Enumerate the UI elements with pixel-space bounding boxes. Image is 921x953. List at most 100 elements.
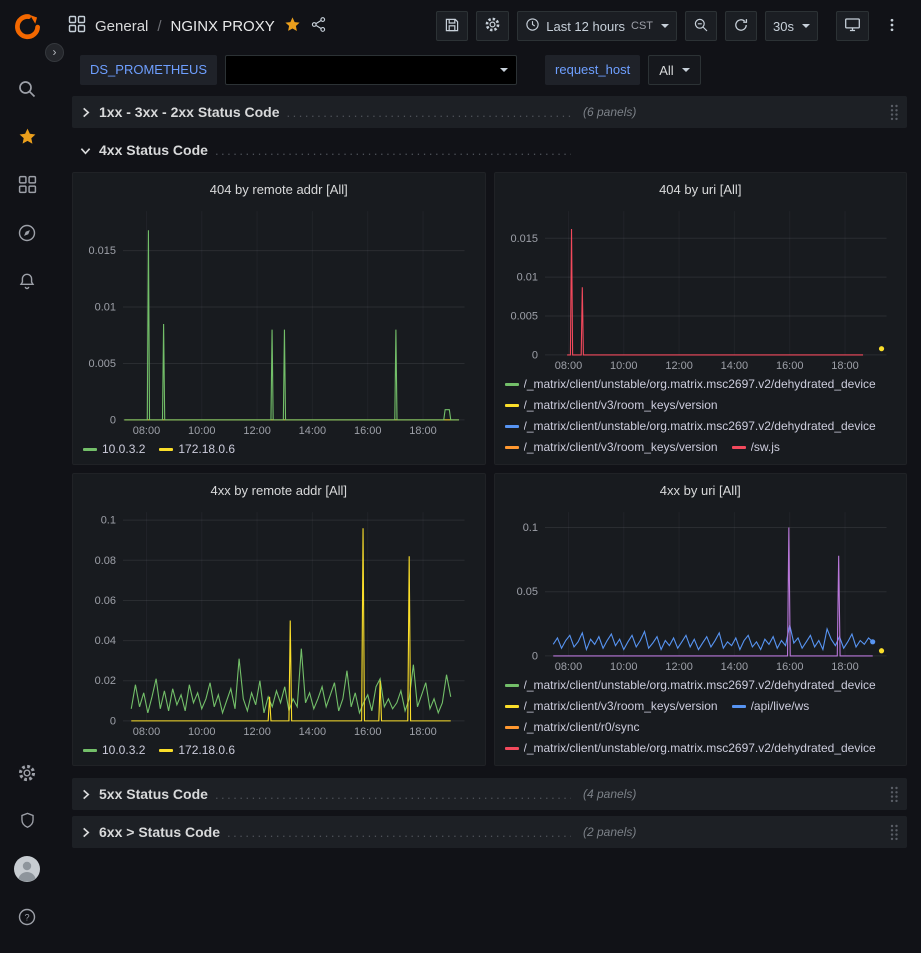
time-range-picker[interactable]: Last 12 hours CST — [517, 11, 677, 41]
zoom-out-button[interactable] — [685, 11, 717, 41]
legend-swatch — [505, 726, 519, 729]
sidebar-item-alerting[interactable] — [0, 259, 54, 307]
panel-title[interactable]: 4xx by remote addr [All] — [83, 480, 475, 504]
row-header-5xx[interactable]: 5xx Status Code ........................… — [72, 778, 907, 810]
request-host-select[interactable]: All — [648, 55, 700, 85]
row-header-4xx[interactable]: 4xx Status Code ........................… — [72, 134, 907, 166]
legend-swatch — [505, 747, 519, 750]
legend-item[interactable]: 172.18.0.6 — [159, 741, 235, 759]
row-drag-handle[interactable] — [889, 785, 899, 803]
legend-item[interactable]: /api/live/ws — [732, 697, 810, 715]
svg-text:16:00: 16:00 — [354, 726, 381, 738]
svg-text:14:00: 14:00 — [299, 425, 326, 437]
gear-icon — [484, 16, 501, 36]
monitor-icon — [844, 16, 861, 36]
row-panel-count: (6 panels) — [583, 105, 636, 119]
time-series-chart[interactable]: 08:0010:0012:0014:0016:0018:0000.020.040… — [83, 504, 475, 739]
chevron-right-icon — [80, 789, 91, 800]
svg-text:0.02: 0.02 — [95, 675, 116, 687]
sidebar-item-dashboards[interactable] — [0, 163, 54, 211]
legend-item[interactable]: /_matrix/client/v3/room_keys/version — [505, 396, 718, 414]
legend-item[interactable]: 10.0.3.2 — [83, 741, 145, 759]
row-title: 6xx > Status Code — [99, 824, 220, 840]
svg-text:14:00: 14:00 — [720, 661, 747, 673]
sidebar-item-starred[interactable] — [0, 115, 54, 163]
legend-label: 10.0.3.2 — [102, 442, 145, 456]
grafana-logo-icon[interactable] — [14, 13, 41, 45]
sidebar-item-explore[interactable] — [0, 211, 54, 259]
legend: /_matrix/client/unstable/org.matrix.msc2… — [505, 674, 897, 759]
zoom-out-icon — [693, 17, 709, 36]
row-title: 5xx Status Code — [99, 786, 208, 802]
row-drag-handle[interactable] — [889, 103, 899, 121]
clock-icon — [525, 17, 540, 35]
legend-item[interactable]: 10.0.3.2 — [83, 440, 145, 458]
sidebar-item-server-admin[interactable] — [0, 799, 54, 847]
chevron-right-icon — [80, 107, 91, 118]
dashboard-title[interactable]: NGINX PROXY — [171, 18, 275, 35]
panel-title[interactable]: 4xx by uri [All] — [505, 480, 897, 504]
legend-item[interactable]: 172.18.0.6 — [159, 440, 235, 458]
legend-item[interactable]: /_matrix/client/unstable/org.matrix.msc2… — [505, 375, 876, 393]
share-icon[interactable] — [310, 16, 327, 37]
panel-title[interactable]: 404 by uri [All] — [505, 179, 897, 203]
legend-item[interactable]: /_matrix/client/unstable/org.matrix.msc2… — [505, 417, 876, 435]
chevron-right-icon — [80, 827, 91, 838]
sidebar-item-profile[interactable] — [0, 847, 54, 895]
time-series-chart[interactable]: 08:0010:0012:0014:0016:0018:0000.050.1 — [505, 504, 897, 674]
sidebar-item-help[interactable]: ? — [0, 895, 54, 943]
refresh-button[interactable] — [725, 11, 757, 41]
svg-text:0: 0 — [110, 414, 116, 426]
svg-text:16:00: 16:00 — [775, 661, 802, 673]
row-header-1xx-3xx-2xx[interactable]: 1xx - 3xx - 2xx Status Code ............… — [72, 96, 907, 128]
sidebar-item-configuration[interactable] — [0, 751, 54, 799]
legend-swatch — [505, 684, 519, 687]
sidebar-expand-button[interactable]: › — [45, 43, 64, 62]
svg-text:10:00: 10:00 — [610, 360, 637, 372]
panel-4xx-by-uri: 4xx by uri [All] 08:0010:0012:0014:0016:… — [494, 473, 908, 766]
svg-text:0.04: 0.04 — [95, 635, 116, 647]
svg-text:14:00: 14:00 — [720, 360, 747, 372]
svg-text:10:00: 10:00 — [610, 661, 637, 673]
legend-label: /_matrix/client/unstable/org.matrix.msc2… — [524, 377, 876, 391]
svg-text:0.01: 0.01 — [95, 302, 116, 314]
kebab-menu-icon — [884, 17, 900, 36]
chevron-down-icon — [500, 68, 508, 72]
svg-text:0.01: 0.01 — [516, 272, 537, 284]
breadcrumb-folder[interactable]: General — [95, 18, 148, 35]
legend-item[interactable]: /_matrix/client/unstable/org.matrix.msc2… — [505, 739, 876, 757]
svg-text:12:00: 12:00 — [665, 360, 692, 372]
svg-text:12:00: 12:00 — [243, 726, 270, 738]
legend-item[interactable]: /_matrix/client/v3/room_keys/version — [505, 438, 718, 456]
datasource-select[interactable] — [225, 55, 517, 85]
dashboard-settings-button[interactable] — [476, 11, 509, 41]
dot-leader: ........................................… — [287, 105, 571, 120]
row-panel-count: (2 panels) — [583, 825, 636, 839]
row-panel-count: (4 panels) — [583, 787, 636, 801]
row-header-6xx[interactable]: 6xx > Status Code ......................… — [72, 816, 907, 848]
sidebar-item-search[interactable] — [0, 67, 54, 115]
legend-swatch — [732, 446, 746, 449]
legend-swatch — [505, 425, 519, 428]
legend-item[interactable]: /sw.js — [732, 438, 780, 456]
favorite-star-icon[interactable] — [284, 16, 301, 37]
legend: 10.0.3.2 172.18.0.6 — [83, 739, 475, 759]
save-dashboard-button[interactable] — [436, 11, 468, 41]
sidebar: ? — [0, 0, 54, 953]
legend-item[interactable]: /_matrix/client/v3/room_keys/version — [505, 697, 718, 715]
timezone-label: CST — [631, 20, 653, 32]
legend-item[interactable]: /_matrix/client/unstable/org.matrix.msc2… — [505, 676, 876, 694]
panel-title[interactable]: 404 by remote addr [All] — [83, 179, 475, 203]
chevron-down-icon — [682, 68, 690, 72]
more-options-button[interactable] — [877, 11, 907, 41]
legend-item[interactable]: /_matrix/client/r0/sync — [505, 718, 640, 736]
refresh-interval-label: 30s — [773, 19, 794, 34]
time-series-chart[interactable]: 08:0010:0012:0014:0016:0018:0000.0050.01… — [505, 203, 897, 373]
legend-swatch — [505, 404, 519, 407]
row-drag-handle[interactable] — [889, 823, 899, 841]
refresh-interval-picker[interactable]: 30s — [765, 11, 818, 41]
cycle-view-mode-button[interactable] — [836, 11, 869, 41]
time-series-chart[interactable]: 08:0010:0012:0014:0016:0018:0000.0050.01… — [83, 203, 475, 438]
svg-text:0.08: 0.08 — [95, 555, 116, 567]
breadcrumb: General / NGINX PROXY — [68, 15, 327, 37]
